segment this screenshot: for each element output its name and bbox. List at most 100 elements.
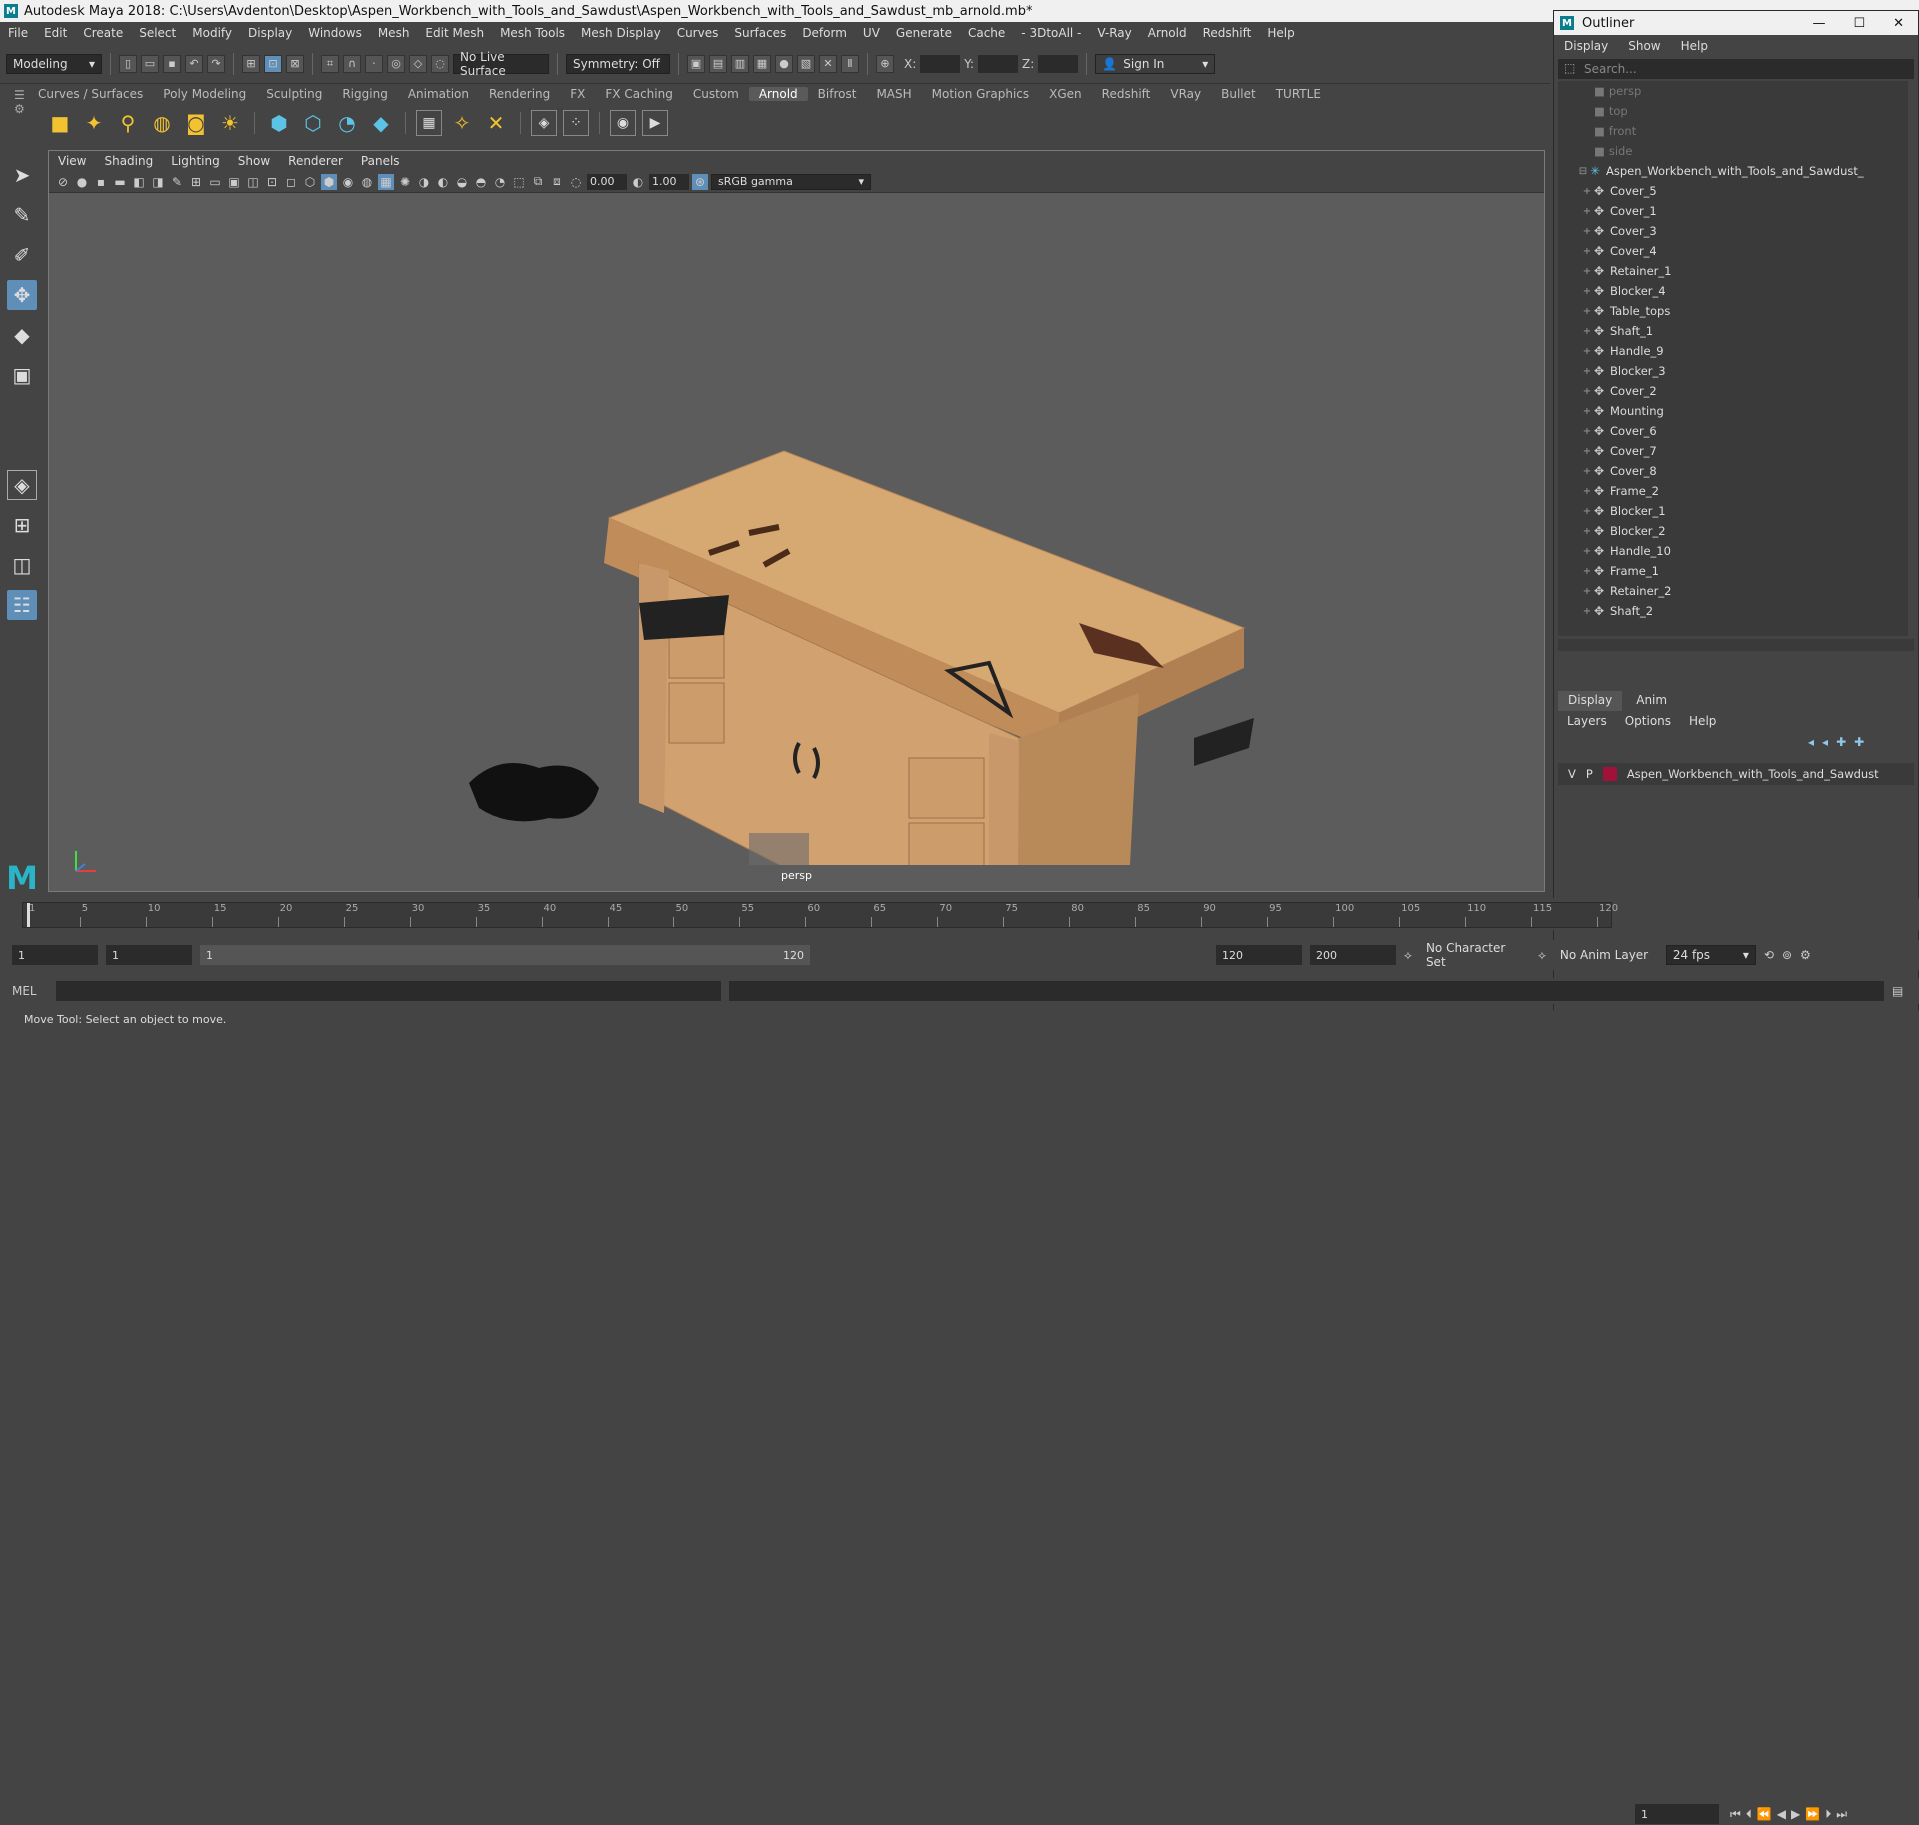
expand-icon[interactable]: + bbox=[1580, 446, 1594, 457]
color-management-icon[interactable]: ⊛ bbox=[692, 173, 708, 190]
sign-in-button[interactable]: 👤 Sign In ▾ bbox=[1095, 53, 1216, 74]
tree-item-node[interactable]: + ✥ Cover_6 bbox=[1558, 421, 1908, 441]
y-field[interactable] bbox=[978, 54, 1019, 73]
bookmark-icon[interactable]: ▪ bbox=[93, 174, 109, 190]
menu-edit[interactable]: Edit bbox=[36, 26, 75, 40]
live-surface-field[interactable]: No Live Surface bbox=[453, 50, 549, 78]
two-d-pan-icon[interactable]: ◨ bbox=[150, 174, 166, 190]
shelf-tab-bullet[interactable]: Bullet bbox=[1211, 87, 1266, 101]
four-view-icon[interactable]: ⊞ bbox=[7, 510, 37, 540]
layer-menu-help[interactable]: Help bbox=[1680, 714, 1725, 728]
current-time-indicator[interactable] bbox=[27, 903, 30, 927]
select-camera-icon[interactable]: ⊘ bbox=[55, 174, 71, 190]
mode-dropdown[interactable]: Modeling ▾ bbox=[6, 53, 102, 74]
film-gate-icon[interactable]: ▭ bbox=[207, 174, 223, 190]
shelf-tab-motion-graphics[interactable]: Motion Graphics bbox=[922, 87, 1040, 101]
outliner-h-scrollbar[interactable] bbox=[1558, 639, 1914, 651]
shelf-tab-rendering[interactable]: Rendering bbox=[479, 87, 560, 101]
snap-grid-icon[interactable]: ⌗ bbox=[321, 54, 339, 73]
ipr-icon[interactable]: ⁘ bbox=[563, 110, 589, 136]
outliner-search-input[interactable]: Search... bbox=[1558, 59, 1914, 79]
shelf-tab-vray[interactable]: VRay bbox=[1160, 87, 1211, 101]
outliner-menu-show[interactable]: Show bbox=[1618, 39, 1670, 53]
viewport-menu-renderer[interactable]: Renderer bbox=[279, 154, 352, 168]
current-frame-field[interactable]: 1 bbox=[1635, 1804, 1719, 1824]
outliner-menu-help[interactable]: Help bbox=[1671, 39, 1718, 53]
expand-icon[interactable]: + bbox=[1580, 546, 1594, 557]
xray-icon[interactable]: ⧉ bbox=[530, 174, 546, 190]
maximize-icon[interactable]: ☐ bbox=[1853, 16, 1865, 31]
select-object-icon[interactable]: ⊡ bbox=[264, 54, 282, 73]
curve-collector-icon[interactable]: ◆ bbox=[367, 109, 395, 137]
expand-icon[interactable]: + bbox=[1580, 226, 1594, 237]
expand-icon[interactable]: + bbox=[1580, 466, 1594, 477]
animation-start-field[interactable]: 1 bbox=[12, 945, 98, 965]
standin-icon[interactable]: ⬢ bbox=[265, 109, 293, 137]
smooth-shade-icon[interactable]: ⬢ bbox=[321, 173, 337, 190]
texture-manager-icon[interactable]: ▦ bbox=[416, 110, 442, 136]
render-view-eye-icon[interactable]: ◉ bbox=[610, 110, 636, 136]
expand-icon[interactable]: + bbox=[1580, 426, 1594, 437]
hypershade-icon[interactable]: ● bbox=[775, 54, 793, 73]
shelf-tab-arnold[interactable]: Arnold bbox=[748, 87, 808, 101]
vise[interactable] bbox=[1194, 718, 1254, 766]
select-hierarchy-icon[interactable]: ⊞ bbox=[242, 54, 260, 73]
loop-icon[interactable]: ⟲ bbox=[1764, 948, 1774, 962]
mel-label[interactable]: MEL bbox=[12, 984, 48, 998]
tree-item-node[interactable]: + ✥ Cover_7 bbox=[1558, 441, 1908, 461]
shelf-tab-animation[interactable]: Animation bbox=[398, 87, 479, 101]
z-field[interactable] bbox=[1038, 54, 1079, 73]
wireframe-on-shaded-icon[interactable]: ◉ bbox=[340, 174, 356, 190]
two-view-icon[interactable]: ◫ bbox=[7, 550, 37, 580]
expand-icon[interactable]: + bbox=[1580, 566, 1594, 577]
preferences-icon[interactable]: ⚙ bbox=[1800, 948, 1811, 962]
collapse-icon[interactable]: ⊟ bbox=[1576, 166, 1590, 177]
camera-attributes-icon[interactable]: ▬ bbox=[112, 174, 128, 190]
ipr-render-icon[interactable]: ▥ bbox=[731, 54, 749, 73]
single-view-icon[interactable]: ◈ bbox=[7, 470, 37, 500]
auto-key-icon[interactable]: ⊚ bbox=[1782, 948, 1792, 962]
textured-icon[interactable]: ▦ bbox=[378, 173, 394, 190]
expand-icon[interactable]: + bbox=[1580, 406, 1594, 417]
scene-canvas[interactable] bbox=[49, 193, 1544, 865]
expand-icon[interactable]: + bbox=[1580, 326, 1594, 337]
menu-create[interactable]: Create bbox=[75, 26, 131, 40]
snap-surface-icon[interactable]: ◇ bbox=[409, 54, 427, 73]
new-layer-selected-icon[interactable]: ✚ bbox=[1854, 735, 1864, 749]
ambient-occlusion-icon[interactable]: ◐ bbox=[435, 174, 451, 190]
tree-item-node[interactable]: + ✥ Cover_8 bbox=[1558, 461, 1908, 481]
menu-mesh[interactable]: Mesh bbox=[370, 26, 418, 40]
grid-icon[interactable]: ⊞ bbox=[188, 174, 204, 190]
tree-item-node[interactable]: + ✥ Cover_4 bbox=[1558, 241, 1908, 261]
expand-icon[interactable]: + bbox=[1580, 486, 1594, 497]
menu-uv[interactable]: UV bbox=[855, 26, 888, 40]
tree-item-node[interactable]: + ✥ Blocker_1 bbox=[1558, 501, 1908, 521]
shadows-icon[interactable]: ◑ bbox=[416, 174, 432, 190]
time-slider[interactable]: 1 5 10 15 20 25 30 35 40 45 50 55 60 65 70 75 80 85 90 95 10… bbox=[0, 898, 1919, 1824]
tree-item-camera[interactable]: ■ front bbox=[1558, 121, 1908, 141]
tree-item-node[interactable]: + ✥ Blocker_3 bbox=[1558, 361, 1908, 381]
go-to-start-icon[interactable]: ⏮ bbox=[1730, 1807, 1741, 1822]
export-standin-icon[interactable]: ⬡ bbox=[299, 109, 327, 137]
shelf-tab-sculpting[interactable]: Sculpting bbox=[256, 87, 332, 101]
redo-icon[interactable]: ↷ bbox=[207, 54, 225, 73]
exposure-field[interactable]: 0.00 bbox=[587, 173, 627, 190]
snap-view-icon[interactable]: ◎ bbox=[387, 54, 405, 73]
drawer[interactable] bbox=[908, 757, 985, 819]
arnold-render-icon[interactable]: ▧ bbox=[797, 54, 815, 73]
shelf-tab-custom[interactable]: Custom bbox=[683, 87, 749, 101]
drawer[interactable] bbox=[908, 822, 985, 865]
layer-menu-options[interactable]: Options bbox=[1616, 714, 1680, 728]
expand-icon[interactable]: + bbox=[1580, 586, 1594, 597]
tree-item-node[interactable]: + ✥ Table_tops bbox=[1558, 301, 1908, 321]
default-material-icon[interactable]: ◍ bbox=[359, 174, 375, 190]
image-plane-icon[interactable]: ◧ bbox=[131, 174, 147, 190]
render-settings-icon[interactable]: ▦ bbox=[753, 54, 771, 73]
step-back-key-icon[interactable]: ⏪ bbox=[1757, 1807, 1772, 1821]
menu-vray[interactable]: V-Ray bbox=[1089, 26, 1139, 40]
flush-cache-icon[interactable]: ✧ bbox=[448, 109, 476, 137]
paint-select-icon[interactable]: ✐ bbox=[7, 240, 37, 270]
menu-select[interactable]: Select bbox=[131, 26, 184, 40]
layer-visibility-toggle[interactable]: V bbox=[1568, 767, 1576, 781]
expand-icon[interactable]: + bbox=[1580, 186, 1594, 197]
